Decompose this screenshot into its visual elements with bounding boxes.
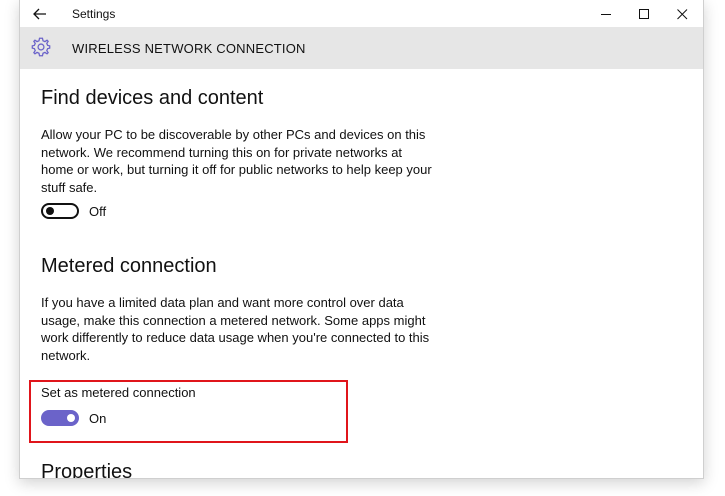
title-bar: Settings [20, 0, 703, 27]
window-title: Settings [72, 7, 116, 21]
maximize-button[interactable] [626, 3, 662, 25]
find-devices-description: Allow your PC to be discoverable by othe… [41, 127, 432, 195]
back-arrow-icon [33, 8, 46, 20]
maximize-icon [638, 8, 649, 19]
metered-connection-description: If you have a limited data plan and want… [41, 295, 430, 363]
gear-icon [31, 37, 51, 57]
metered-connection-heading: Metered connection [41, 255, 217, 277]
back-button[interactable] [28, 4, 52, 24]
minimize-button[interactable] [588, 3, 624, 25]
settings-window: Settings WIRELESS NETWORK CONNECTION Fin… [19, 0, 704, 479]
highlight-box [29, 380, 348, 443]
find-devices-heading: Find devices and content [41, 87, 264, 109]
close-icon [676, 8, 687, 19]
page-header: WIRELESS NETWORK CONNECTION [20, 27, 703, 69]
page-title: WIRELESS NETWORK CONNECTION [72, 41, 306, 56]
find-devices-toggle-state: Off [89, 203, 107, 219]
find-devices-toggle-row: Off [41, 203, 106, 219]
close-button[interactable] [664, 3, 700, 25]
minimize-icon [600, 13, 611, 15]
properties-heading: Properties [41, 461, 133, 479]
toggle-knob [46, 207, 54, 215]
find-devices-toggle[interactable] [41, 203, 79, 219]
